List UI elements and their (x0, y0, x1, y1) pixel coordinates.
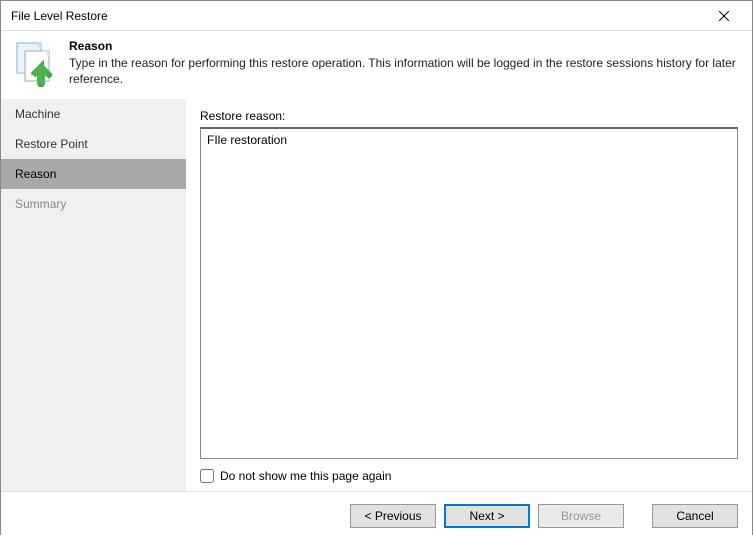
close-icon (719, 11, 729, 21)
previous-button[interactable]: < Previous (350, 504, 436, 528)
sidebar-item-reason[interactable]: Reason (1, 159, 186, 189)
sidebar-item-machine[interactable]: Machine (1, 99, 186, 129)
next-button[interactable]: Next > (444, 504, 530, 528)
header-text: Reason Type in the reason for performing… (69, 39, 742, 87)
header-description: Type in the reason for performing this r… (69, 55, 742, 87)
window-title: File Level Restore (11, 9, 108, 23)
close-button[interactable] (704, 2, 744, 30)
wizard-main: Restore reason: Do not show me this page… (186, 99, 752, 491)
reason-textarea[interactable] (200, 127, 738, 459)
suppress-page-row[interactable]: Do not show me this page again (200, 469, 738, 483)
restore-icon (11, 39, 59, 87)
browse-button: Browse (538, 504, 624, 528)
suppress-page-label: Do not show me this page again (220, 469, 391, 483)
wizard-header: Reason Type in the reason for performing… (1, 31, 752, 99)
titlebar: File Level Restore (1, 1, 752, 31)
header-title: Reason (69, 39, 742, 53)
suppress-page-checkbox[interactable] (200, 469, 214, 483)
wizard-content: Machine Restore Point Reason Summary Res… (1, 99, 752, 491)
wizard-footer: < Previous Next > Browse Cancel (1, 491, 752, 539)
sidebar-item-summary: Summary (1, 189, 186, 219)
cancel-button[interactable]: Cancel (652, 504, 738, 528)
sidebar-item-restore-point[interactable]: Restore Point (1, 129, 186, 159)
reason-label: Restore reason: (200, 109, 738, 123)
wizard-sidebar: Machine Restore Point Reason Summary (1, 99, 186, 491)
